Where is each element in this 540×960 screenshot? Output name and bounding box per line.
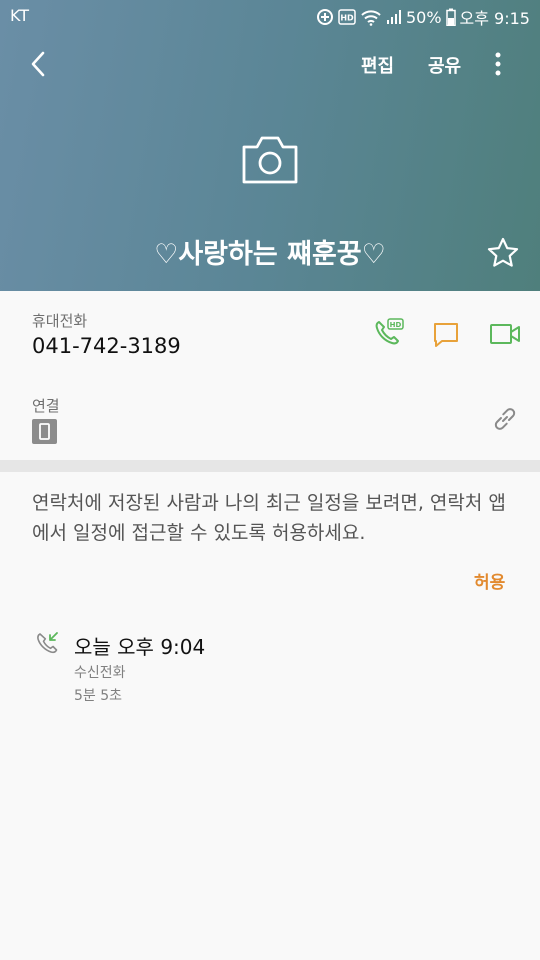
back-button[interactable] [22, 46, 54, 82]
hd-call-button[interactable]: HD [374, 318, 406, 348]
battery-icon [445, 8, 456, 26]
contact-name: ♡사랑하는 쨰훈꿍♡ [154, 239, 386, 270]
battery-percent: 50% [405, 7, 442, 27]
back-arrow-icon [31, 51, 45, 77]
call-log-time: 오늘 오후 9:04 [74, 635, 206, 659]
svg-text:HD: HD [340, 14, 354, 23]
carrier-label: KT [10, 6, 30, 25]
hd-voice-icon: HD [338, 9, 356, 25]
signal-icon [386, 9, 402, 25]
camera-icon[interactable] [241, 133, 299, 185]
contact-header: KT HD 50% 오후 9:15 편집 공유 ♡사랑하는 쨰훈꿍♡ [0, 0, 540, 291]
incoming-call-icon [36, 631, 60, 655]
video-call-icon [490, 324, 520, 344]
video-call-button[interactable] [489, 321, 521, 351]
link-button[interactable] [491, 405, 519, 433]
status-icons: HD 50% 오후 9:15 [316, 5, 530, 29]
section-divider [0, 460, 540, 472]
status-time: 오후 9:15 [459, 9, 530, 28]
allow-button[interactable]: 허용 [474, 568, 505, 593]
message-button[interactable] [432, 321, 464, 351]
hd-call-icon: HD [375, 318, 404, 345]
more-options-button[interactable] [486, 48, 510, 80]
svg-text:HD: HD [390, 321, 402, 329]
edit-button[interactable]: 편집 [361, 52, 394, 78]
call-log-duration: 5분 5초 [74, 688, 123, 704]
wifi-icon [360, 8, 382, 26]
star-icon [487, 237, 519, 267]
share-button[interactable]: 공유 [428, 52, 461, 78]
phone-device-icon [32, 419, 57, 444]
message-icon [434, 323, 458, 347]
call-log-type: 수신전화 [74, 665, 126, 681]
link-icon [494, 408, 516, 430]
more-vert-icon [495, 52, 501, 76]
favorite-button[interactable] [486, 236, 520, 270]
calendar-permission-message: 연락처에 저장된 사람과 나의 최근 일정을 보려면, 연락처 앱에서 일정에 … [32, 492, 506, 544]
data-saver-icon [316, 8, 334, 26]
connection-label: 연결 [32, 397, 60, 415]
phone-type-label: 휴대전화 [32, 312, 88, 330]
status-bar: KT HD 50% 오후 9:15 [0, 0, 540, 32]
phone-number[interactable]: 041-742-3189 [32, 334, 181, 358]
